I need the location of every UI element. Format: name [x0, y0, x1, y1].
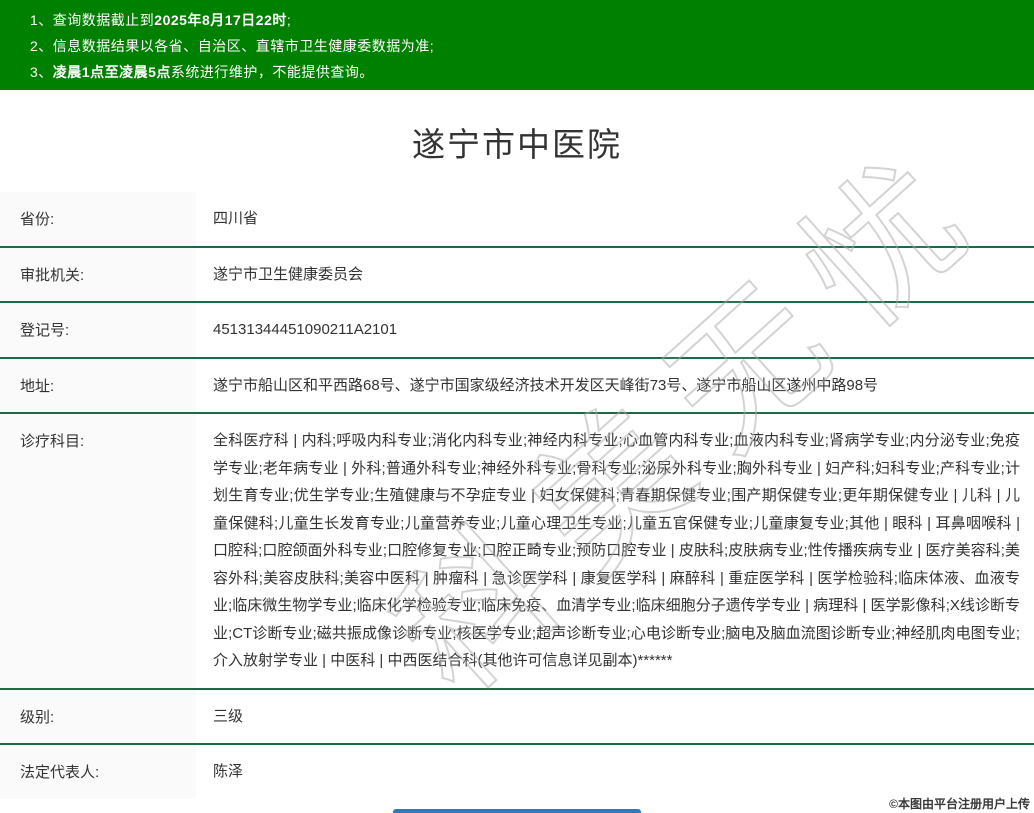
close-window-button[interactable]: 〖关闭窗口〗 [393, 808, 641, 813]
page-title: 遂宁市中医院 [412, 126, 622, 163]
query-result-page: 1、查询数据截止到2025年8月17日22时; 2、信息数据结果以各省、自治区、… [0, 0, 1034, 813]
table-row-approval-authority: 审批机关: 遂宁市卫生健康委员会 [0, 245, 1034, 301]
row-label: 省份: [0, 192, 196, 246]
table-row-level: 级别: 三级 [0, 687, 1034, 743]
row-value: 全科医疗科 | 内科;呼吸内科专业;消化内科专业;神经内科专业;心血管内科专业;… [213, 432, 1020, 669]
upload-credit-watermark: ©本图由平台注册用户上传 [889, 797, 1030, 811]
button-area: 〖关闭窗口〗 [0, 808, 1034, 813]
notice-line-number: 2、 [30, 38, 53, 54]
row-label: 级别: [0, 689, 196, 743]
notice-line-3: 3、凌晨1点至凌晨5点系统进行维护，不能提供查询。 [30, 64, 374, 80]
row-value: 遂宁市卫生健康委员会 [213, 265, 364, 283]
table-row-legal-representative: 法定代表人: 陈泽 [0, 743, 1034, 799]
notice-line-number: 1、 [30, 12, 53, 28]
row-value: 四川省 [213, 210, 259, 227]
row-label: 诊疗科目: [0, 414, 196, 688]
row-value: 45131344451090211A2101 [213, 321, 398, 338]
row-label: 审批机关: [0, 247, 196, 301]
notice-banner: 1、查询数据截止到2025年8月17日22时; 2、信息数据结果以各省、自治区、… [0, 0, 1034, 90]
row-value: 三级 [213, 707, 244, 725]
table-row-province: 省份: 四川省 [0, 192, 1034, 246]
notice-line-number: 3、 [30, 64, 53, 80]
row-label: 地址: [0, 358, 196, 412]
hospital-info-table: 省份: 四川省 审批机关: 遂宁市卫生健康委员会 登记号: 4513134445… [0, 192, 1034, 799]
table-row-medical-subjects: 诊疗科目: 全科医疗科 | 内科;呼吸内科专业;消化内科专业;神经内科专业;心血… [0, 412, 1034, 688]
table-row-address: 地址: 遂宁市船山区和平西路68号、遂宁市国家级经济技术开发区天峰街73号、遂宁… [0, 356, 1034, 412]
notice-line-2: 2、信息数据结果以各省、自治区、直辖市卫生健康委数据为准; [30, 38, 435, 54]
row-value: 陈泽 [213, 763, 244, 780]
row-label: 法定代表人: [0, 745, 196, 799]
table-row-registration-number: 登记号: 45131344451090211A2101 [0, 301, 1034, 357]
row-value: 遂宁市船山区和平西路68号、遂宁市国家级经济技术开发区天峰街73号、遂宁市船山区… [213, 376, 879, 394]
notice-line-1: 1、查询数据截止到2025年8月17日22时; [30, 12, 292, 28]
row-label: 登记号: [0, 303, 196, 357]
